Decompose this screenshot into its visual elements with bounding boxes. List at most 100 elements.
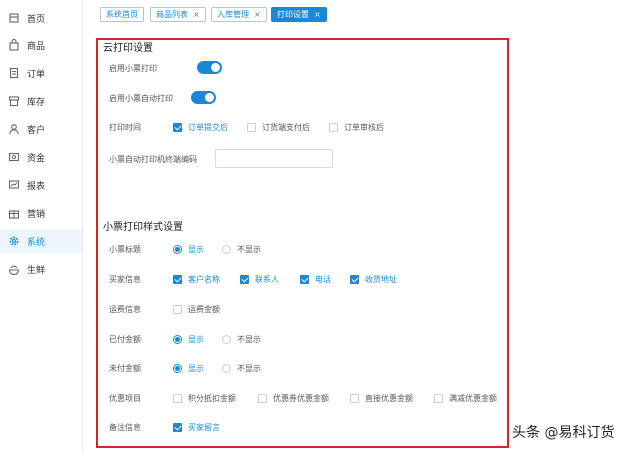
sidebar-item-orders[interactable]: 订单 — [0, 61, 82, 85]
sidebar-item-label: 订单 — [27, 69, 46, 80]
radio[interactable] — [173, 335, 182, 344]
sidebar-item-home[interactable]: 首页 — [0, 6, 82, 30]
sidebar-item-label: 生鲜 — [27, 265, 46, 276]
checkbox[interactable] — [247, 123, 256, 132]
freight-option[interactable]: 运费金额 — [173, 304, 220, 315]
option-label: 订货端支付后 — [262, 123, 310, 132]
buyer-info-option[interactable]: 联系人 — [240, 274, 279, 285]
option-label: 不显示 — [237, 245, 261, 254]
checkbox[interactable] — [258, 394, 267, 403]
print-time-option[interactable]: 订单提交后 — [173, 122, 228, 133]
option-label: 优惠券优惠金额 — [273, 394, 329, 403]
option-label: 联系人 — [255, 275, 279, 284]
option-label: 积分抵扣金额 — [188, 394, 236, 403]
option-label: 订单审核后 — [344, 123, 384, 132]
tab-label: 系统首页 — [106, 10, 138, 19]
sidebar-item-label: 商品 — [27, 41, 46, 52]
radio[interactable] — [222, 245, 231, 254]
checkbox[interactable] — [173, 394, 182, 403]
buyer-info-label: 买家信息 — [109, 275, 141, 284]
sidebar-item-marketing[interactable]: 营销 — [0, 201, 82, 225]
radio[interactable] — [222, 335, 231, 344]
sidebar-item-customers[interactable]: 客户 — [0, 117, 82, 141]
tab-product-list[interactable]: 商品列表 × — [150, 7, 206, 22]
gear-icon — [9, 236, 19, 246]
checkbox[interactable] — [173, 123, 182, 132]
terminal-code-label: 小票自动打印机终端编码 — [109, 155, 197, 164]
unpaid-show-radio[interactable]: 显示 — [173, 363, 204, 374]
buyer-info-option[interactable]: 收货地址 — [350, 274, 397, 285]
ticket-title-hide-radio[interactable]: 不显示 — [222, 244, 261, 255]
enable-print-label: 启用小票打印 — [109, 64, 157, 73]
option-label: 满减优惠金额 — [449, 394, 497, 403]
sidebar: 首页 商品 订单 库存 客户 资金 报表 营销 系统 生鲜 — [0, 0, 83, 454]
checkbox[interactable] — [173, 305, 182, 314]
discount-option[interactable]: 积分抵扣金额 — [173, 393, 236, 404]
radio[interactable] — [222, 364, 231, 373]
option-label: 显示 — [188, 335, 204, 344]
bag-icon — [9, 39, 19, 51]
print-time-option[interactable]: 订货端支付后 — [247, 122, 310, 133]
option-label: 不显示 — [237, 335, 261, 344]
print-time-label: 打印时间 — [109, 123, 141, 132]
paid-show-radio[interactable]: 显示 — [173, 334, 204, 345]
discount-option[interactable]: 优惠券优惠金额 — [258, 393, 329, 404]
discount-option[interactable]: 满减优惠金额 — [434, 393, 497, 404]
sidebar-item-inventory[interactable]: 库存 — [0, 89, 82, 113]
checkbox[interactable] — [240, 275, 249, 284]
tab-stock-in[interactable]: 入库管理 × — [211, 7, 267, 22]
sidebar-item-label: 报表 — [27, 181, 46, 192]
checkbox[interactable] — [350, 275, 359, 284]
enable-print-toggle[interactable] — [197, 61, 222, 74]
print-settings-content: 云打印设置 启用小票打印 启用小票自动打印 打印时间 订单提交后 订货端支付后 … — [96, 36, 640, 454]
sidebar-item-label: 首页 — [27, 14, 46, 25]
box-icon — [8, 96, 20, 107]
print-time-option[interactable]: 订单审核后 — [329, 122, 384, 133]
checkbox[interactable] — [434, 394, 443, 403]
gift-icon — [8, 210, 20, 219]
discount-label: 优惠项目 — [109, 394, 141, 403]
tab-print-settings[interactable]: 打印设置 × — [271, 7, 327, 22]
sidebar-item-fresh[interactable]: 生鲜 — [0, 257, 82, 281]
tab-label: 入库管理 — [217, 10, 249, 19]
checkbox[interactable] — [350, 394, 359, 403]
sidebar-item-label: 资金 — [27, 153, 46, 164]
sidebar-item-reports[interactable]: 报表 — [0, 173, 82, 197]
buyer-info-option[interactable]: 电话 — [300, 274, 331, 285]
option-label: 运费金额 — [188, 305, 220, 314]
option-label: 显示 — [188, 364, 204, 373]
tab-bar: 系统首页 商品列表 × 入库管理 × 打印设置 × — [90, 0, 640, 28]
unpaid-hide-radio[interactable]: 不显示 — [222, 363, 261, 374]
sidebar-item-system[interactable]: 系统 — [0, 229, 82, 253]
tab-system-home[interactable]: 系统首页 — [100, 7, 144, 22]
ticket-title-show-radio[interactable]: 显示 — [173, 244, 204, 255]
option-label: 收货地址 — [365, 275, 397, 284]
paid-hide-radio[interactable]: 不显示 — [222, 334, 261, 345]
option-label: 买家留言 — [188, 423, 220, 432]
radio[interactable] — [173, 364, 182, 373]
option-label: 客户名称 — [188, 275, 220, 284]
terminal-code-input[interactable] — [215, 149, 333, 168]
checkbox[interactable] — [300, 275, 309, 284]
tab-label: 商品列表 — [156, 10, 188, 19]
buyer-info-option[interactable]: 客户名称 — [173, 274, 220, 285]
tab-label: 打印设置 — [277, 10, 309, 19]
document-icon — [9, 67, 19, 79]
close-icon[interactable]: × — [254, 10, 261, 19]
option-label: 直接优惠金额 — [365, 394, 413, 403]
radio[interactable] — [173, 245, 182, 254]
option-label: 显示 — [188, 245, 204, 254]
close-icon[interactable]: × — [314, 10, 321, 19]
checkbox[interactable] — [173, 275, 182, 284]
discount-option[interactable]: 直接优惠金额 — [350, 393, 413, 404]
checkbox[interactable] — [173, 423, 182, 432]
auto-print-toggle[interactable] — [191, 91, 216, 104]
sidebar-item-funds[interactable]: 资金 — [0, 145, 82, 169]
sidebar-item-goods[interactable]: 商品 — [0, 33, 82, 57]
remark-label: 备注信息 — [109, 423, 141, 432]
remark-option[interactable]: 买家留言 — [173, 422, 220, 433]
option-label: 订单提交后 — [188, 123, 228, 132]
checkbox[interactable] — [329, 123, 338, 132]
close-icon[interactable]: × — [193, 10, 200, 19]
chart-icon — [8, 180, 20, 189]
